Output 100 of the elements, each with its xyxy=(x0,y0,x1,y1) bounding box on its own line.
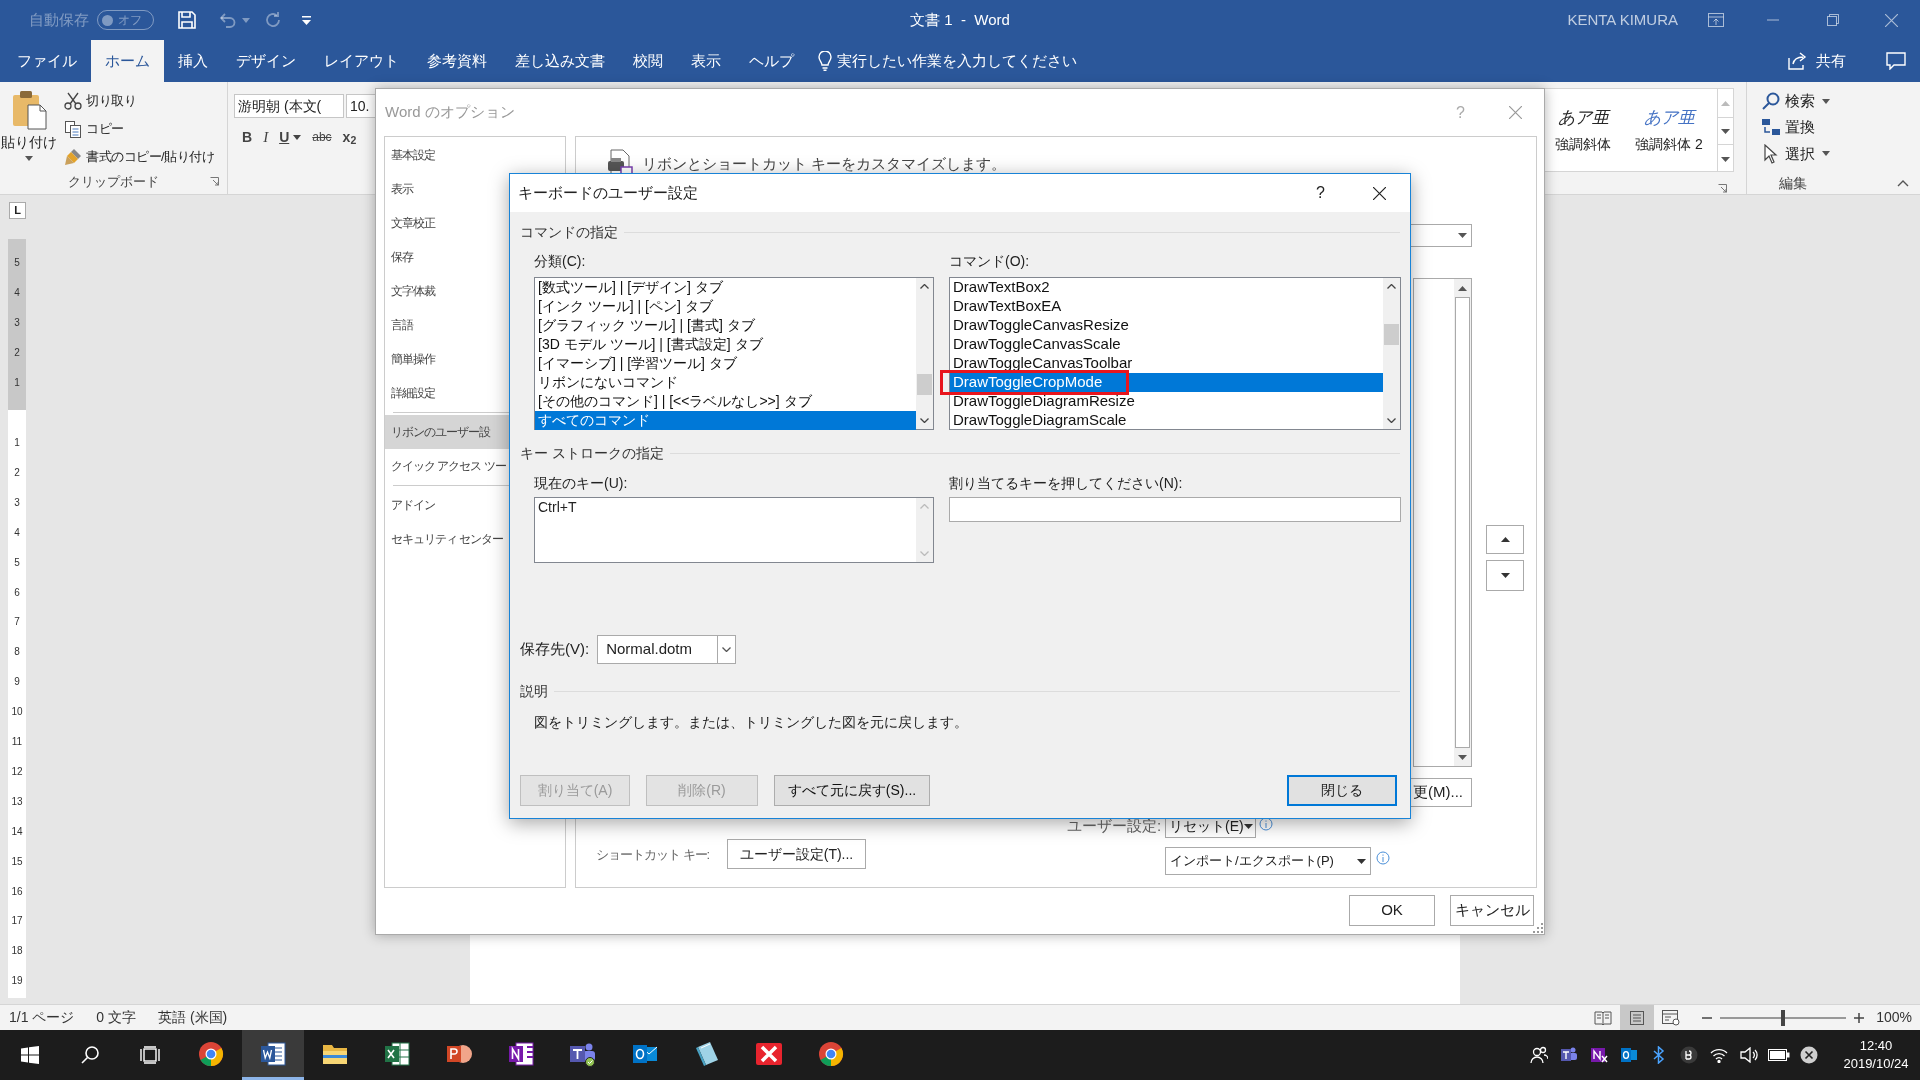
list-item[interactable]: DrawTextBox2 xyxy=(950,278,1383,297)
ok-button[interactable]: OK xyxy=(1349,895,1435,926)
list-item[interactable]: DrawTextBoxEA xyxy=(950,297,1383,316)
save-icon[interactable] xyxy=(178,11,196,29)
list-item[interactable]: DrawToggleDiagramResize xyxy=(950,392,1383,411)
customize-icon[interactable] xyxy=(302,15,311,25)
dialog-launcher-icon[interactable] xyxy=(210,177,219,186)
paste-button[interactable]: 貼り付け xyxy=(0,88,58,170)
caret-icon[interactable] xyxy=(293,134,302,140)
list-item[interactable]: [インク ツール] | [ペン] タブ xyxy=(535,297,916,316)
font-name-field[interactable]: 游明朝 (本文( xyxy=(234,94,344,118)
new-key-field[interactable] xyxy=(949,497,1401,522)
clock-date[interactable]: 2019/10/24 xyxy=(1843,1055,1909,1073)
list-item[interactable]: リボンにないコマンド xyxy=(535,373,916,392)
resize-grip-icon[interactable] xyxy=(1533,923,1543,933)
scroll-thumb[interactable] xyxy=(1384,324,1399,345)
tab-selector[interactable]: L xyxy=(9,202,26,219)
nav-item[interactable]: 基本設定 xyxy=(385,138,565,172)
move-up-button[interactable] xyxy=(1486,525,1524,554)
scroll-thumb[interactable] xyxy=(917,374,932,395)
print-layout-icon[interactable] xyxy=(1620,1004,1655,1031)
copy-button[interactable]: コピー xyxy=(64,117,215,140)
save-in-dropdown[interactable]: Normal.dotm xyxy=(597,635,737,664)
list-item[interactable]: [3D モデル ツール] | [書式設定] タブ xyxy=(535,335,916,354)
list-item[interactable]: Ctrl+T xyxy=(535,498,916,517)
cancel-button[interactable]: キャンセル xyxy=(1450,895,1534,926)
close-button[interactable]: 閉じる xyxy=(1287,775,1397,806)
scrollbar[interactable] xyxy=(916,278,933,429)
move-down-button[interactable] xyxy=(1486,560,1524,591)
zoom-slider[interactable] xyxy=(1720,1009,1847,1026)
maximize-icon[interactable] xyxy=(1827,14,1839,26)
ribbon-tab[interactable]: 差し込み文書 xyxy=(501,40,619,82)
list-box[interactable]: [数式ツール] | [デザイン] タブ [インク ツール] | [ペン] タブ [グラフィック ツール] | [書式] タブ [3D モデル ツール] | [書式設定] タブ [イマーシブ] | [学習ツール] タブ リボンにないコマンド [その他のコマンド] | [<<ラベルなし>>] タブ すべてのコマンド xyxy=(534,277,934,430)
strikethrough-button[interactable]: abc xyxy=(312,128,332,147)
autosave-label: 自動保存 xyxy=(29,9,89,30)
list-item[interactable]: DrawToggleCropMode xyxy=(950,373,1383,392)
ruler-number: 4 xyxy=(13,286,21,299)
brush-icon xyxy=(64,147,82,166)
italic-button[interactable]: I xyxy=(263,126,269,149)
undo-icon[interactable] xyxy=(218,12,238,28)
redo-icon[interactable] xyxy=(264,11,282,29)
import-export-dropdown[interactable]: インポート/エクスポート(P) xyxy=(1165,847,1371,875)
list-item[interactable]: [グラフィック ツール] | [書式] タブ xyxy=(535,316,916,335)
ribbon-display-icon[interactable] xyxy=(1708,13,1724,27)
group-label: 編集 xyxy=(1778,174,1808,193)
zoom-level[interactable]: 100% xyxy=(1876,1007,1912,1028)
list-item[interactable]: [その他のコマンド] | [<<ラベルなし>>] タブ xyxy=(535,392,916,411)
collapse-ribbon-icon[interactable] xyxy=(1897,180,1909,187)
ribbon-tab[interactable]: 校閲 xyxy=(619,40,677,82)
list-item[interactable]: DrawToggleCanvasResize xyxy=(950,316,1383,335)
cut-button[interactable]: 切り取り xyxy=(64,89,215,112)
scrollbar[interactable] xyxy=(1383,278,1400,429)
help-button[interactable]: ? xyxy=(1316,181,1325,205)
comment-icon[interactable] xyxy=(1886,52,1906,70)
slider-thumb[interactable] xyxy=(1781,1009,1786,1026)
scroll-down-icon[interactable] xyxy=(1718,117,1733,145)
document-app-icon[interactable] xyxy=(242,1030,304,1080)
scrollbar[interactable] xyxy=(1454,279,1471,766)
list-item[interactable]: DrawToggleCanvasToolbar xyxy=(950,354,1383,373)
triangle-up-icon xyxy=(1500,537,1510,542)
subscript-button[interactable]: x$_{2}$ xyxy=(342,126,357,148)
scroll-thumb[interactable] xyxy=(1455,297,1470,748)
ruler-number: 1 xyxy=(13,376,21,389)
ribbon-tab[interactable]: レイアウト xyxy=(310,40,413,82)
find-button[interactable]: 検索 xyxy=(1761,88,1856,115)
replace-button[interactable]: 置換 xyxy=(1761,114,1856,141)
list-box[interactable]: DrawTextBox2 DrawTextBoxEA DrawToggleCanvasResize DrawToggleCanvasScale DrawToggleCanvasToolbar DrawToggleCropMode DrawToggleDiagramResize DrawToggleDiagramScale xyxy=(949,277,1401,430)
lightbulb-icon[interactable] xyxy=(818,51,832,71)
underline-button[interactable]: U xyxy=(279,126,290,148)
ruler-number: 5 xyxy=(13,556,21,569)
ruler-number: 16 xyxy=(10,885,24,898)
close-icon[interactable] xyxy=(1373,186,1386,200)
customize-shortcut-button[interactable]: ユーザー設定(T)... xyxy=(727,839,866,869)
ribbon-tab[interactable]: デザイン xyxy=(222,40,310,82)
share-button[interactable]: 共有 xyxy=(1788,49,1846,73)
list-item[interactable]: すべてのコマンド xyxy=(535,411,916,430)
dialog-launcher-icon[interactable] xyxy=(1718,184,1727,193)
ribbon-tab[interactable]: ヘルプ xyxy=(735,40,808,82)
zoom-in-icon[interactable] xyxy=(1854,1012,1865,1023)
list-item[interactable]: [数式ツール] | [デザイン] タブ xyxy=(535,278,916,297)
description-text: 図をトリミングします。または、トリミングした図を元に戻します。 xyxy=(533,713,969,732)
current-keys-list[interactable]: Ctrl+T xyxy=(534,497,934,563)
ribbon-tab[interactable]: ファイル xyxy=(3,40,91,82)
style-gallery-item[interactable]: あア亜 強調斜体 xyxy=(1545,89,1621,171)
list-item[interactable]: DrawToggleCanvasScale xyxy=(950,335,1383,354)
zoom-out-icon[interactable] xyxy=(1702,1016,1713,1019)
bold-button[interactable]: B xyxy=(242,126,253,148)
clock-time[interactable]: 12:40 xyxy=(1859,1037,1893,1055)
ribbon-tab[interactable]: 表示 xyxy=(677,40,735,82)
ribbon-tab[interactable]: 挿入 xyxy=(164,40,222,82)
list-item[interactable]: DrawToggleDiagramScale xyxy=(950,411,1383,430)
format-painter-button[interactable]: 書式のコピー/貼り付け xyxy=(64,145,215,168)
ruler-number: 1 xyxy=(13,437,21,449)
select-button[interactable]: 選択 xyxy=(1761,140,1856,167)
tell-me-field[interactable]: 実行したい作業を入力してください xyxy=(837,49,1077,73)
list-item[interactable]: [イマーシブ] | [学習ツール] タブ xyxy=(535,354,916,373)
ribbon-tab[interactable]: ホーム xyxy=(91,40,164,82)
ribbon-tab[interactable]: 参考資料 xyxy=(413,40,501,82)
dialog-button[interactable]: すべて元に戻す(S)... xyxy=(774,775,930,806)
style-gallery-item[interactable]: あア亜 強調斜体 2 xyxy=(1621,89,1717,171)
